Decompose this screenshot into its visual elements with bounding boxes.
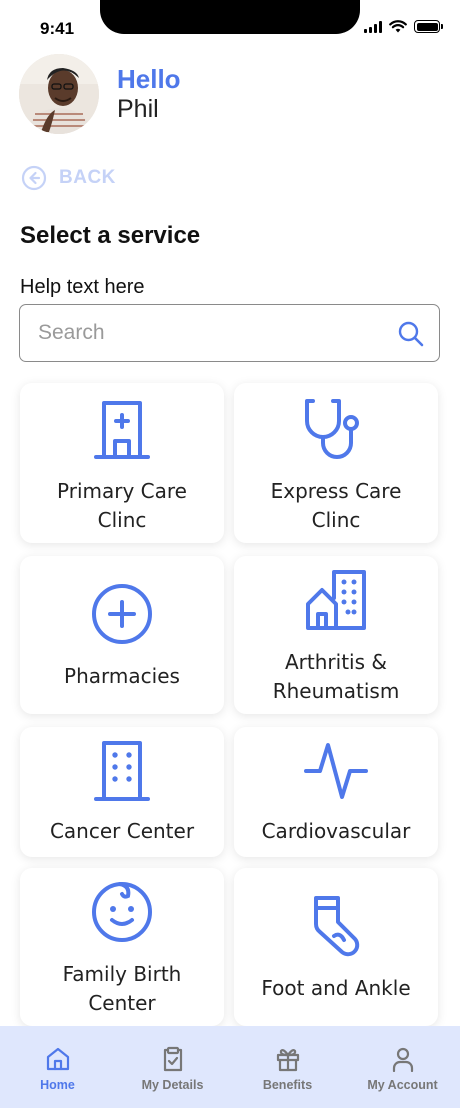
home-icon <box>46 1047 69 1071</box>
service-label-line1: Family Birth <box>62 962 182 986</box>
nav-benefits[interactable]: Benefits <box>230 1026 345 1108</box>
service-label-line1: Pharmacies <box>64 664 180 688</box>
nav-home-label: Home <box>40 1078 75 1092</box>
back-button[interactable]: BACK <box>21 165 116 191</box>
sock-icon <box>314 896 360 957</box>
clipboard-check-icon <box>163 1046 182 1072</box>
avatar[interactable] <box>19 54 99 134</box>
service-card-arthritis[interactable]: Arthritis & Rheumatism <box>234 556 438 714</box>
service-label-line2: Center <box>88 991 156 1015</box>
baby-face-icon <box>92 882 152 942</box>
heartbeat-icon <box>304 743 368 799</box>
service-label-line2: Clinc <box>97 508 147 532</box>
hospital-icon <box>94 401 150 459</box>
service-card-pharmacies[interactable]: Pharmacies <box>20 556 224 714</box>
back-label: BACK <box>59 167 116 188</box>
service-label-line2: Clinc <box>311 508 361 532</box>
service-label-line1: Foot and Ankle <box>261 976 411 1000</box>
status-icons <box>364 20 443 33</box>
greeting: Hello Phil <box>117 64 181 124</box>
device-notch <box>100 0 360 34</box>
status-time: 9:41 <box>40 19 75 38</box>
bottom-nav: Home My Details Benefits My Account <box>0 1026 460 1108</box>
greeting-hello: Hello <box>117 64 181 94</box>
nav-home[interactable]: Home <box>0 1026 115 1108</box>
avatar-photo <box>19 54 99 134</box>
service-label-line1: Primary Care <box>57 479 187 503</box>
service-label-line1: Express Care <box>270 479 402 503</box>
gift-icon <box>276 1049 299 1072</box>
service-label-line1: Arthritis & <box>285 650 387 674</box>
service-card-cancer-center[interactable]: Cancer Center <box>20 727 224 857</box>
buildings-icon <box>306 570 366 630</box>
search-input[interactable] <box>38 305 398 360</box>
nav-my-details[interactable]: My Details <box>115 1026 230 1108</box>
stethoscope-icon <box>305 399 359 459</box>
cellular-signal-icon <box>364 20 382 33</box>
service-label-line1: Cancer Center <box>49 819 195 843</box>
nav-benefits-label: Benefits <box>262 1078 313 1092</box>
service-label-line2: Rheumatism <box>272 679 400 703</box>
help-text: Help text here <box>20 276 145 298</box>
battery-icon <box>414 20 443 33</box>
search-box[interactable] <box>19 304 440 362</box>
service-card-foot-ankle[interactable]: Foot and Ankle <box>234 868 438 1026</box>
user-icon <box>392 1047 413 1072</box>
building-icon <box>94 741 150 801</box>
search-icon[interactable] <box>397 320 425 348</box>
status-bar: 9:41 <box>0 0 460 56</box>
user-name: Phil <box>117 95 159 123</box>
back-arrow-icon <box>21 165 47 191</box>
nav-my-account[interactable]: My Account <box>345 1026 460 1108</box>
service-card-primary-care[interactable]: Primary Care Clinc <box>20 383 224 543</box>
service-label-line1: Cardiovascular <box>261 819 411 843</box>
service-card-cardiovascular[interactable]: Cardiovascular <box>234 727 438 857</box>
service-card-express-care[interactable]: Express Care Clinc <box>234 383 438 543</box>
nav-my-account-label: My Account <box>367 1078 438 1092</box>
page-title: Select a service <box>20 222 201 249</box>
nav-my-details-label: My Details <box>141 1078 204 1092</box>
wifi-icon <box>389 20 407 33</box>
service-card-family-birth[interactable]: Family Birth Center <box>20 868 224 1026</box>
plus-circle-icon <box>92 584 152 644</box>
